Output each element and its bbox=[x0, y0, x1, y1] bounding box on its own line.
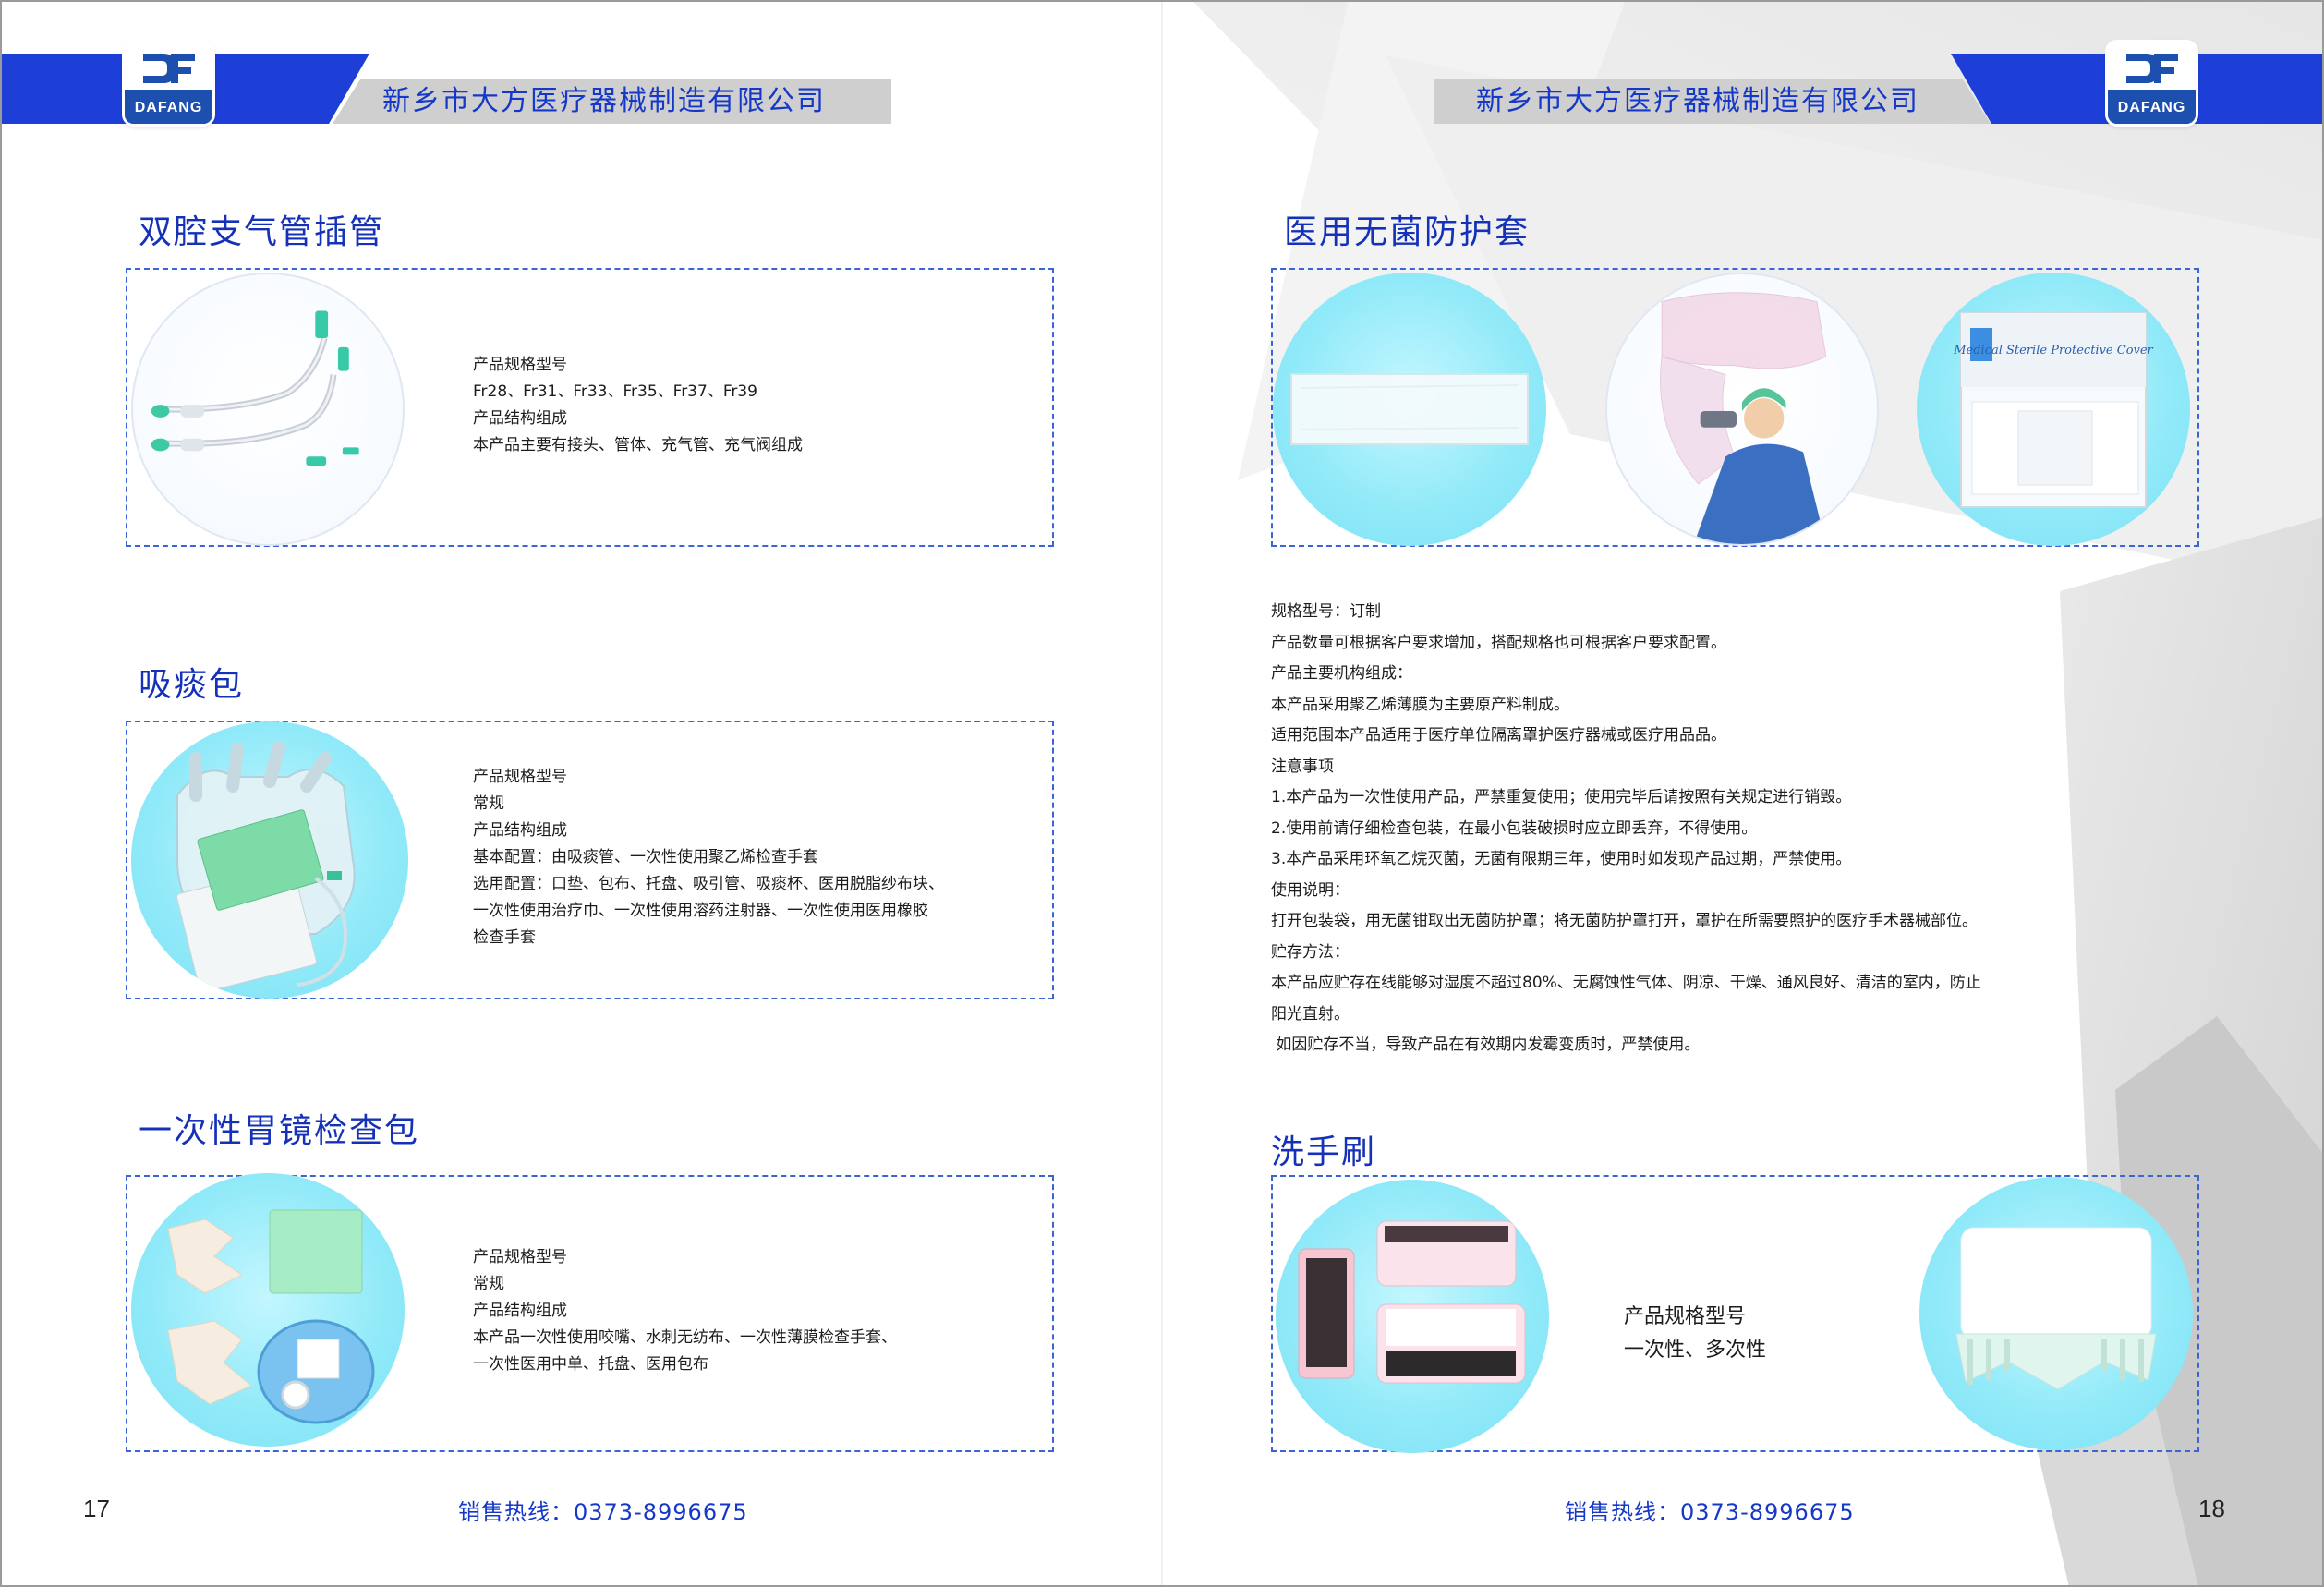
gastroscopy-kit-illustration bbox=[167, 1209, 375, 1424]
product-image-sterile-cover-in-use bbox=[1605, 273, 1879, 546]
protective-film-illustration bbox=[1290, 373, 1529, 445]
dafang-logo-icon bbox=[2126, 54, 2178, 83]
logo-right: DAFANG bbox=[2108, 42, 2196, 124]
product-image-suction-kit bbox=[131, 721, 408, 999]
logo-label: DAFANG bbox=[134, 100, 203, 115]
page-number-right: 18 bbox=[2198, 1495, 2225, 1522]
hand-brush-set-illustration bbox=[1298, 1220, 1526, 1384]
product-title-sterile-cover: 医用无菌防护套 bbox=[1284, 213, 1531, 251]
package-label-text: Medical Sterile Protective Cover bbox=[1953, 344, 2153, 357]
product-spec-gastroscopy-kit: 产品规格型号 常规 产品结构组成 本产品一次性使用咬嘴、水刺无纺布、一次性薄膜检… bbox=[473, 1248, 897, 1374]
product-image-bronchial-tube bbox=[131, 273, 405, 546]
product-image-hand-brush-sponge bbox=[1919, 1177, 2193, 1450]
sales-hotline-right: 销售热线：0373-8996675 bbox=[1565, 1499, 1855, 1525]
product-spec-hand-brush: 产品规格型号 一次性、多次性 bbox=[1624, 1305, 1767, 1362]
product-image-hand-brush-set bbox=[1276, 1180, 1549, 1453]
company-name-right: 新乡市大方医疗器械制造有限公司 bbox=[1476, 85, 1919, 117]
sponge-brush-illustration bbox=[1955, 1227, 2157, 1390]
logo-label: DAFANG bbox=[2117, 100, 2186, 115]
product-title-bronchial-tube: 双腔支气管插管 bbox=[139, 213, 385, 251]
page-number-left: 17 bbox=[83, 1495, 110, 1522]
product-title-suction-kit: 吸痰包 bbox=[139, 666, 245, 704]
bronchial-tube-illustration bbox=[151, 310, 359, 466]
product-spec-suction-kit: 产品规格型号 常规 产品结构组成 基本配置：由吸痰管、一次性使用聚乙烯检查手套 … bbox=[473, 768, 944, 947]
logo-left: DAFANG bbox=[125, 42, 212, 124]
product-title-hand-brush: 洗手刷 bbox=[1271, 1133, 1377, 1171]
product-image-gastroscopy-kit bbox=[131, 1173, 405, 1447]
product-image-sterile-cover-film bbox=[1273, 273, 1546, 546]
product-spec-bronchial-tube: 产品规格型号 Fr28、Fr31、Fr33、Fr35、Fr37、Fr39 产品结… bbox=[473, 356, 803, 454]
product-title-gastroscopy-kit: 一次性胃镜检查包 bbox=[139, 1112, 420, 1150]
product-image-sterile-cover-package: Medical Sterile Protective Cover bbox=[1917, 273, 2190, 546]
surgeon-using-cover-illustration bbox=[1660, 292, 1827, 544]
suction-kit-illustration bbox=[176, 741, 356, 993]
sterile-cover-description: 规格型号：订制 产品数量可根据客户要求增加，搭配规格也可根据客户要求配置。 产品… bbox=[1271, 602, 1981, 1054]
dafang-logo-icon bbox=[143, 54, 195, 83]
company-name-left: 新乡市大方医疗器械制造有限公司 bbox=[382, 85, 826, 117]
sales-hotline-left: 销售热线：0373-8996675 bbox=[458, 1499, 748, 1525]
package-illustration: Medical Sterile Protective Cover bbox=[1953, 312, 2154, 508]
